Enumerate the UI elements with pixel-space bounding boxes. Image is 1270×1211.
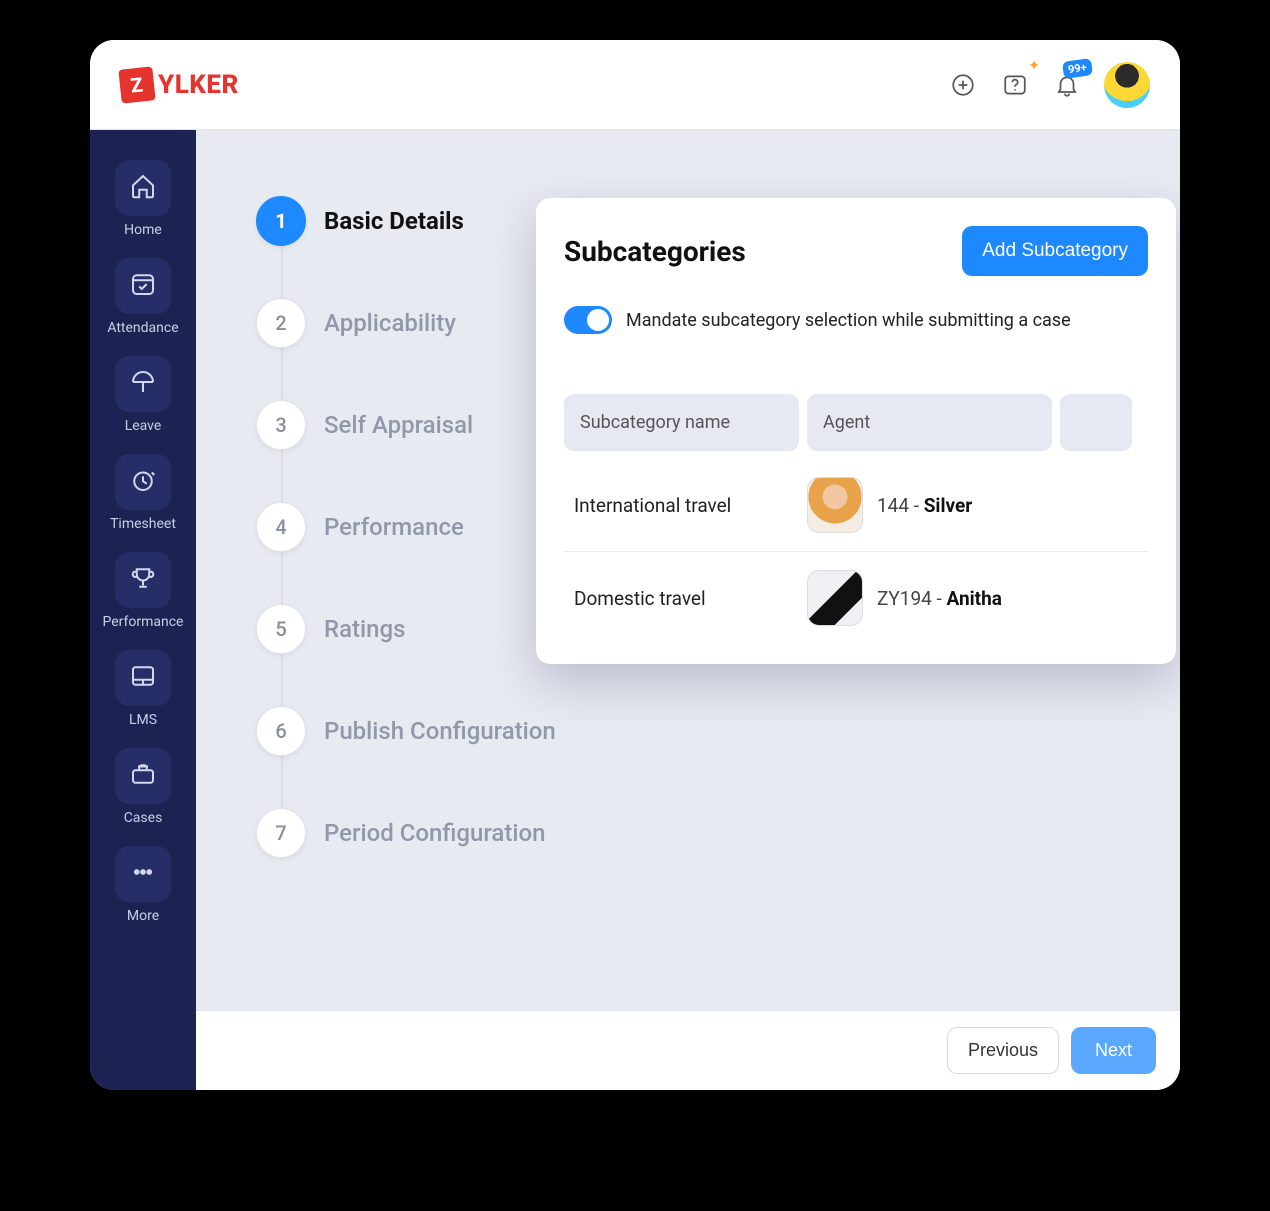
sidebar-item-attendance[interactable]: Attendance: [103, 252, 183, 344]
subcategory-name-cell: Domestic travel: [564, 587, 807, 610]
step-label: Applicability: [324, 309, 456, 337]
column-actions: [1060, 394, 1132, 451]
body: Home Attendance Leave Timesheet Performa…: [90, 130, 1180, 1090]
previous-button[interactable]: Previous: [947, 1027, 1059, 1074]
clock-icon: [128, 465, 158, 499]
header-actions: 99+: [948, 62, 1150, 108]
umbrella-icon: [128, 367, 158, 401]
notification-badge: 99+: [1062, 58, 1093, 79]
sidebar-item-cases[interactable]: Cases: [103, 742, 183, 834]
panel-title: Subcategories: [564, 235, 746, 268]
step-label: Performance: [324, 513, 464, 541]
sidebar-item-label: Timesheet: [110, 516, 176, 532]
agent-code: 144: [877, 494, 909, 517]
user-avatar[interactable]: [1104, 62, 1150, 108]
sidebar-item-lms[interactable]: LMS: [103, 644, 183, 736]
calendar-check-icon: [128, 269, 158, 303]
column-agent: Agent: [807, 394, 1052, 451]
agent-text: ZY194 - Anitha: [877, 587, 1002, 610]
step-number: 5: [256, 604, 306, 654]
subcategory-name-cell: International travel: [564, 494, 807, 517]
brand-logo[interactable]: Z YLKER: [120, 68, 239, 102]
sidebar-item-label: Home: [124, 222, 162, 238]
mandate-toggle-row: Mandate subcategory selection while subm…: [564, 306, 1148, 334]
step-number: 7: [256, 808, 306, 858]
main: 1 Basic Details 2 Applicability 3 Self A…: [196, 130, 1180, 1090]
sidebar-item-label: Leave: [125, 418, 162, 434]
step-label: Ratings: [324, 615, 405, 643]
agent-avatar: [807, 570, 863, 626]
step-label: Publish Configuration: [324, 717, 556, 745]
agent-cell: ZY194 - Anitha: [807, 570, 1148, 626]
trophy-icon: [128, 563, 158, 597]
sidebar-item-leave[interactable]: Leave: [103, 350, 183, 442]
app-window: Z YLKER 99+ Home At: [90, 40, 1180, 1090]
agent-text: 144 - Silver: [877, 494, 972, 517]
sidebar-item-more[interactable]: More: [103, 840, 183, 932]
step-number: 3: [256, 400, 306, 450]
step-label: Basic Details: [324, 207, 464, 235]
sidebar-item-label: Performance: [103, 614, 184, 630]
sidebar-item-label: Cases: [124, 810, 163, 826]
step-period-configuration[interactable]: 7 Period Configuration: [256, 782, 1180, 884]
agent-name: Anitha: [947, 587, 1002, 610]
step-publish-configuration[interactable]: 6 Publish Configuration: [256, 680, 1180, 782]
step-number: 4: [256, 502, 306, 552]
add-subcategory-button[interactable]: Add Subcategory: [962, 226, 1148, 276]
subcategories-panel: Subcategories Add Subcategory Mandate su…: [536, 198, 1176, 664]
column-subcategory-name: Subcategory name: [564, 394, 799, 451]
step-label: Self Appraisal: [324, 411, 473, 439]
brand-name: YLKER: [158, 70, 239, 100]
sidebar-item-home[interactable]: Home: [103, 154, 183, 246]
mandate-toggle-label: Mandate subcategory selection while subm…: [626, 310, 1071, 331]
notifications-icon[interactable]: 99+: [1052, 70, 1082, 100]
agent-avatar: [807, 477, 863, 533]
step-number: 2: [256, 298, 306, 348]
table-row[interactable]: International travel 144 - Silver: [564, 459, 1148, 552]
more-icon: [128, 857, 158, 891]
step-number: 1: [256, 196, 306, 246]
table-row[interactable]: Domestic travel ZY194 - Anitha: [564, 552, 1148, 644]
table-header: Subcategory name Agent: [564, 394, 1148, 451]
sidebar-item-label: LMS: [129, 712, 157, 728]
sidebar: Home Attendance Leave Timesheet Performa…: [90, 130, 196, 1090]
header: Z YLKER 99+: [90, 40, 1180, 130]
sidebar-item-performance[interactable]: Performance: [103, 546, 183, 638]
add-icon[interactable]: [948, 70, 978, 100]
next-button[interactable]: Next: [1071, 1027, 1156, 1074]
help-icon[interactable]: [1000, 70, 1030, 100]
agent-code: ZY194: [877, 587, 932, 610]
briefcase-icon: [128, 759, 158, 793]
panel-header: Subcategories Add Subcategory: [564, 226, 1148, 276]
footer: Previous Next: [196, 1010, 1180, 1090]
brand-mark: Z: [118, 66, 155, 103]
mandate-toggle[interactable]: [564, 306, 612, 334]
agent-cell: 144 - Silver: [807, 477, 1148, 533]
home-icon: [128, 171, 158, 205]
step-label: Period Configuration: [324, 819, 545, 847]
sidebar-item-label: More: [127, 908, 159, 924]
sidebar-item-timesheet[interactable]: Timesheet: [103, 448, 183, 540]
sidebar-item-label: Attendance: [107, 320, 178, 336]
agent-name: Silver: [924, 494, 972, 517]
step-number: 6: [256, 706, 306, 756]
layout-icon: [128, 661, 158, 695]
